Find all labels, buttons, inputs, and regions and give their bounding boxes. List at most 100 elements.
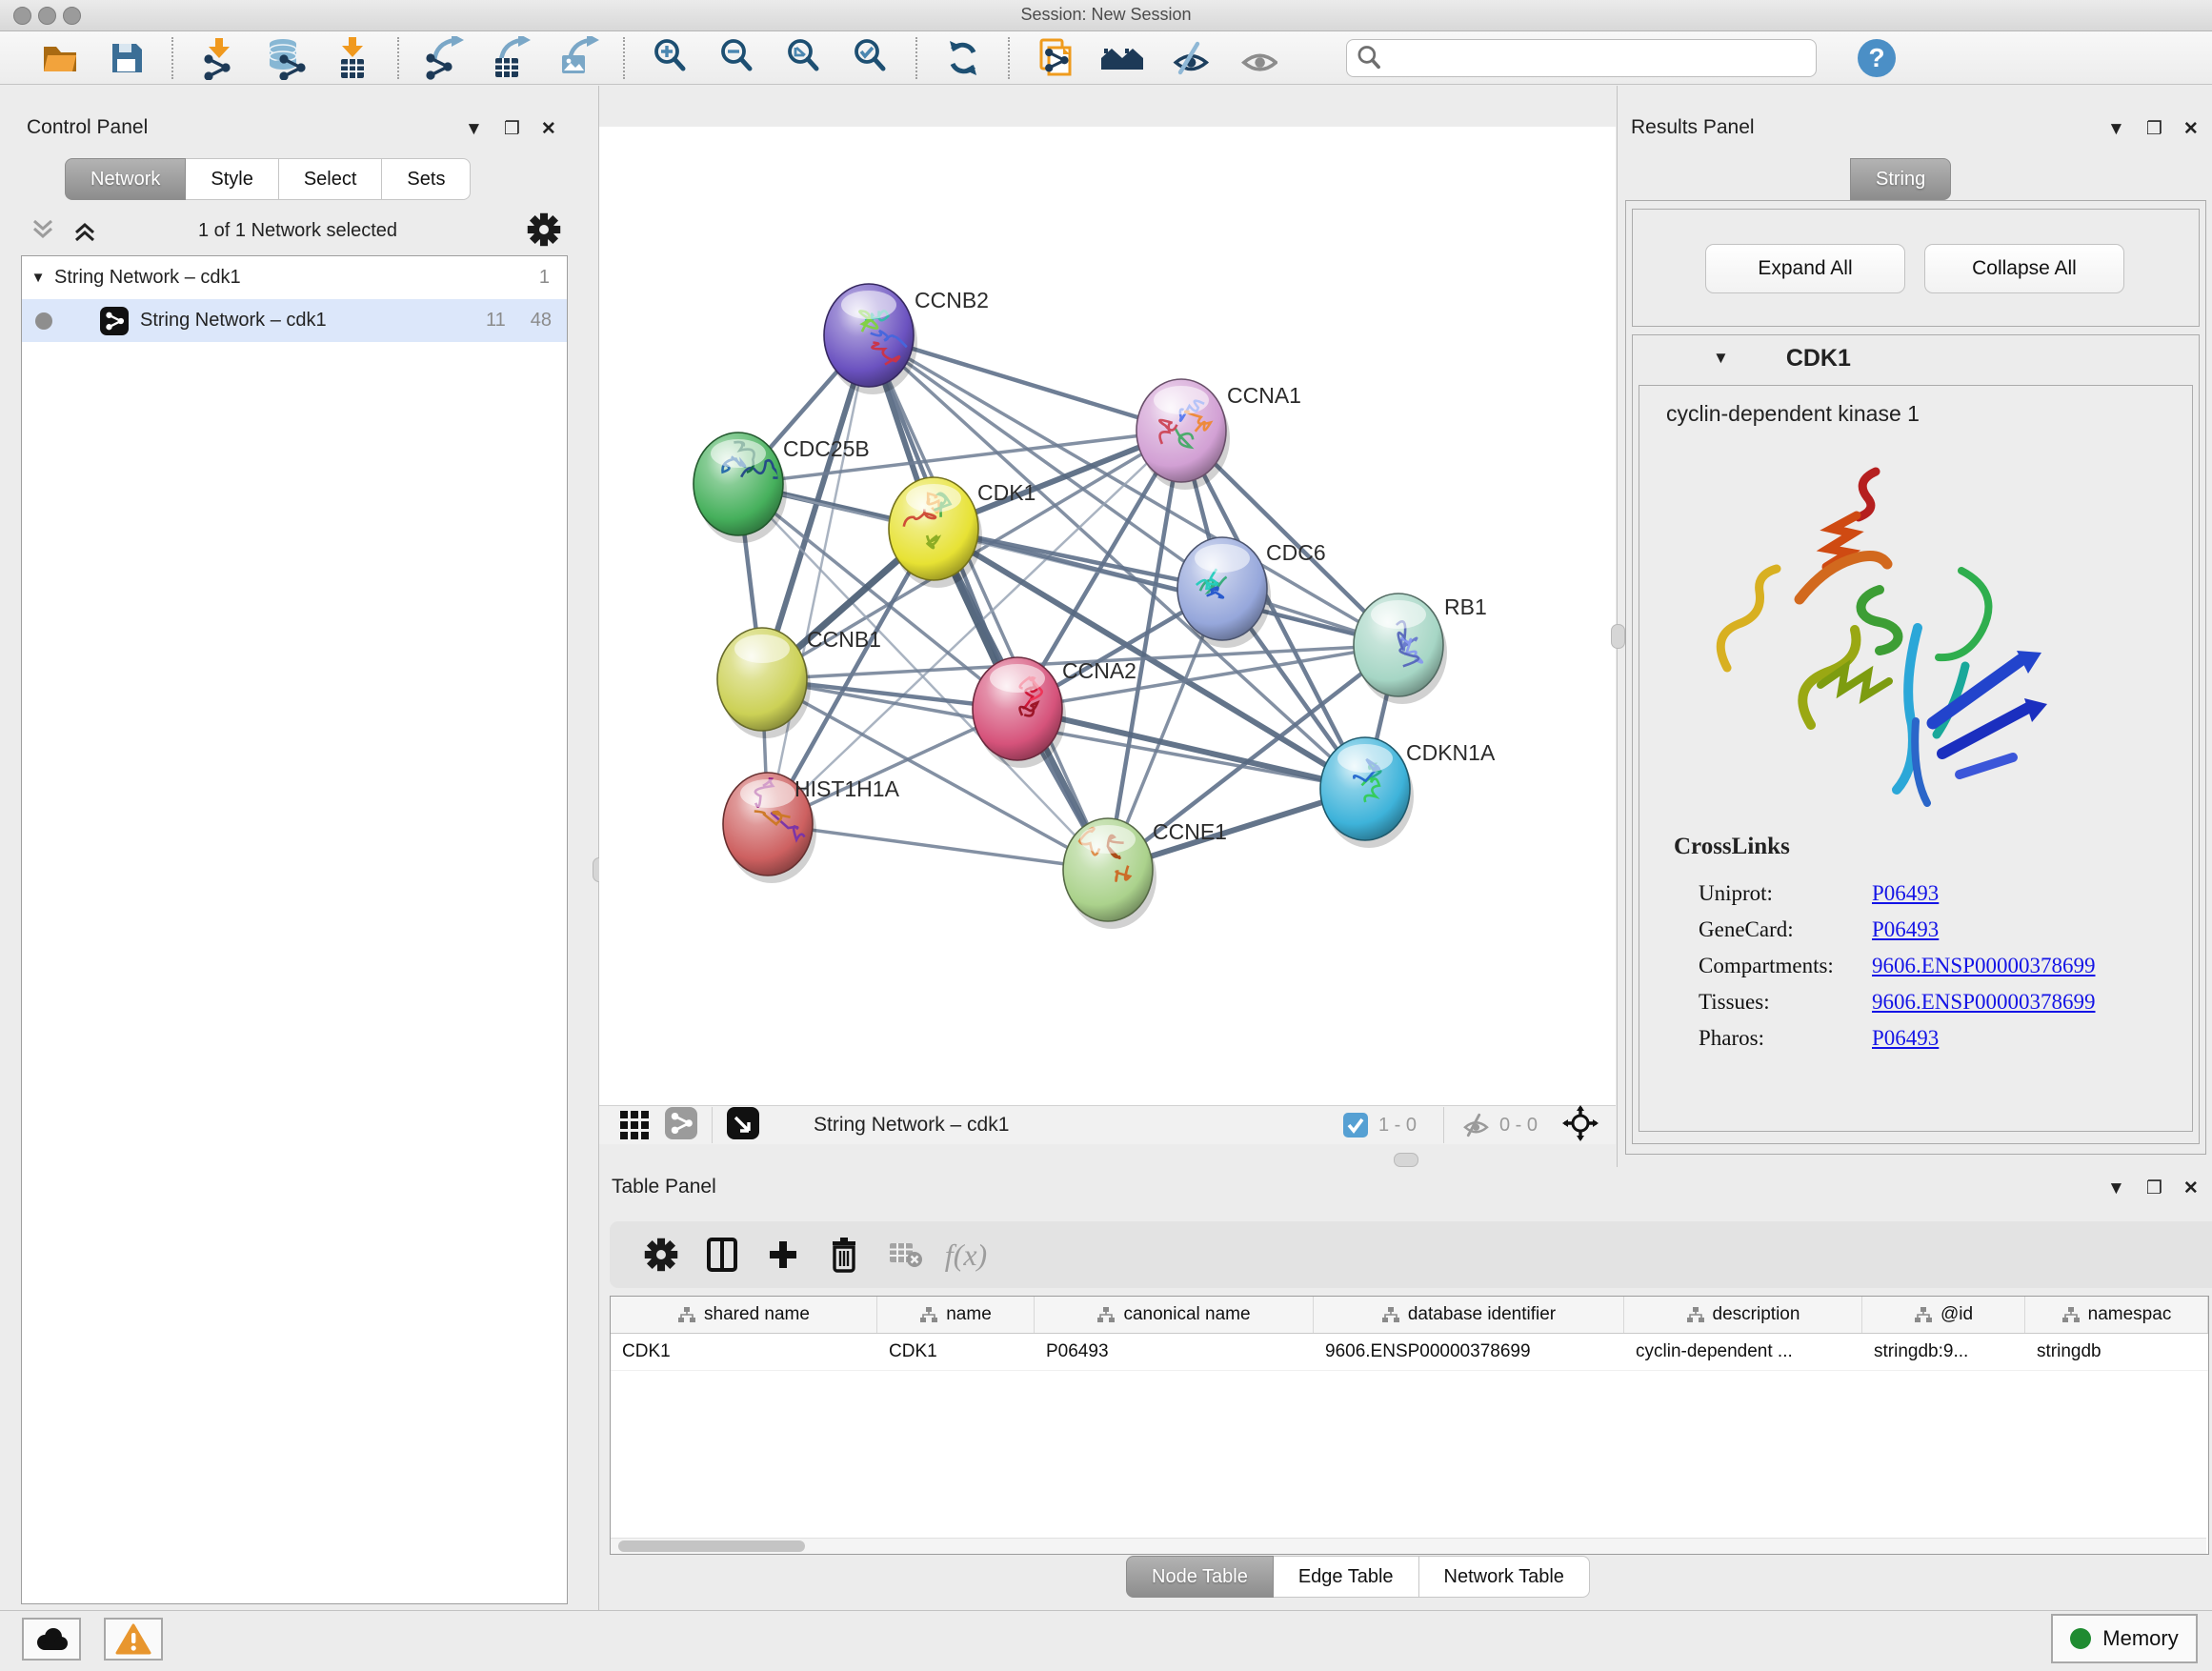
- collapse-panel-icon[interactable]: ▼: [2107, 120, 2125, 138]
- table-cell[interactable]: CDK1: [877, 1334, 1035, 1370]
- function-builder-button[interactable]: f(x): [935, 1228, 996, 1281]
- tab-select[interactable]: Select: [279, 158, 383, 200]
- crosslink-link[interactable]: P06493: [1872, 881, 1939, 905]
- column-header-@id[interactable]: @id: [1862, 1297, 2025, 1333]
- close-panel-icon[interactable]: ✕: [541, 120, 556, 138]
- title-bar[interactable]: Session: New Session: [0, 0, 2212, 31]
- expand-all-icon[interactable]: [70, 217, 99, 244]
- network-row[interactable]: String Network – cdk1 11 48: [22, 299, 567, 342]
- bottom-splitter-handle[interactable]: [1394, 1153, 1418, 1167]
- tab-sets[interactable]: Sets: [382, 158, 471, 200]
- edge-HIST1H1A-CCNE1[interactable]: [768, 824, 1108, 870]
- column-header-namespac[interactable]: namespac: [2025, 1297, 2208, 1333]
- collapse-panel-icon[interactable]: ▼: [465, 120, 483, 138]
- table-cell[interactable]: P06493: [1035, 1334, 1314, 1370]
- table-row[interactable]: CDK1CDK1P064939606.ENSP00000378699cyclin…: [611, 1334, 2208, 1371]
- node-CDKN1A[interactable]: CDKN1A: [1320, 737, 1496, 848]
- export-view-button[interactable]: [726, 1106, 760, 1145]
- delete-table-button[interactable]: [875, 1228, 935, 1281]
- node-CDK1[interactable]: CDK1: [889, 477, 1036, 588]
- close-panel-icon[interactable]: ✕: [2183, 120, 2199, 138]
- add-column-button[interactable]: [753, 1228, 814, 1281]
- protein-section-header[interactable]: ▼ CDK1: [1633, 335, 2199, 381]
- tab-node-table[interactable]: Node Table: [1126, 1556, 1274, 1598]
- column-header-name[interactable]: name: [877, 1297, 1035, 1333]
- tab-string[interactable]: String: [1850, 158, 1951, 200]
- collapse-panel-icon[interactable]: ▼: [2107, 1179, 2125, 1198]
- table-cell[interactable]: 9606.ENSP00000378699: [1314, 1334, 1624, 1370]
- tab-network-table[interactable]: Network Table: [1419, 1556, 1590, 1598]
- node-RB1[interactable]: RB1: [1354, 594, 1487, 704]
- edge-CCNB2-CCNE1[interactable]: [869, 335, 1108, 870]
- network-birdseye-button[interactable]: [664, 1106, 698, 1145]
- close-panel-icon[interactable]: ✕: [2183, 1179, 2199, 1198]
- table-cell[interactable]: stringdb: [2025, 1334, 2208, 1370]
- import-network-button[interactable]: [186, 33, 252, 83]
- selected-checkbox-icon[interactable]: [1342, 1112, 1369, 1138]
- node-HIST1H1A[interactable]: HIST1H1A: [723, 773, 900, 883]
- crosslink-link[interactable]: 9606.ENSP00000378699: [1872, 954, 2096, 977]
- float-panel-icon[interactable]: ❐: [504, 120, 520, 138]
- export-network-button[interactable]: [412, 33, 478, 83]
- tab-edge-table[interactable]: Edge Table: [1274, 1556, 1419, 1598]
- open-session-button[interactable]: [27, 33, 93, 83]
- float-panel-icon[interactable]: ❐: [2146, 1179, 2162, 1198]
- horizontal-scrollbar[interactable]: [611, 1538, 2206, 1554]
- zoom-selected-button[interactable]: [837, 33, 904, 83]
- import-table-button[interactable]: [319, 33, 386, 83]
- column-header-description[interactable]: description: [1624, 1297, 1862, 1333]
- memory-button[interactable]: Memory: [2051, 1614, 2198, 1663]
- first-neighbors-button[interactable]: [1089, 33, 1156, 83]
- scrollbar-thumb[interactable]: [618, 1540, 805, 1552]
- table-cell[interactable]: CDK1: [611, 1334, 877, 1370]
- toolbar-search[interactable]: [1346, 39, 1817, 77]
- zoom-fit-button[interactable]: [771, 33, 837, 83]
- zoom-in-button[interactable]: [637, 33, 704, 83]
- tab-style[interactable]: Style: [186, 158, 278, 200]
- network-canvas[interactable]: CCNB2CCNA1CDC25BCDK1CDC6RB1CCNB1CCNA2CDK…: [599, 127, 1616, 1105]
- save-session-button[interactable]: [93, 33, 160, 83]
- collapse-all-icon[interactable]: [29, 217, 57, 244]
- column-header-canonical-name[interactable]: canonical name: [1035, 1297, 1314, 1333]
- tab-network[interactable]: Network: [65, 158, 186, 200]
- column-header-database-identifier[interactable]: database identifier: [1314, 1297, 1624, 1333]
- show-all-button[interactable]: [1222, 33, 1289, 83]
- export-table-button[interactable]: [478, 33, 545, 83]
- show-columns-button[interactable]: [692, 1228, 753, 1281]
- float-panel-icon[interactable]: ❐: [2146, 120, 2162, 138]
- show-grid-button[interactable]: [618, 1107, 651, 1144]
- right-splitter-handle[interactable]: [1611, 624, 1625, 649]
- node-CDC6[interactable]: CDC6: [1177, 537, 1326, 648]
- node-CCNB2[interactable]: CCNB2: [824, 284, 989, 394]
- column-header-shared-name[interactable]: shared name: [611, 1297, 877, 1333]
- zoom-out-button[interactable]: [704, 33, 771, 83]
- help-button[interactable]: ?: [1843, 33, 1910, 83]
- crosslink-link[interactable]: 9606.ENSP00000378699: [1872, 990, 2096, 1014]
- import-network-from-database-button[interactable]: [252, 33, 319, 83]
- copy-network-button[interactable]: [1022, 33, 1089, 83]
- table-options-button[interactable]: [631, 1228, 692, 1281]
- delete-column-button[interactable]: [814, 1228, 875, 1281]
- table-cell[interactable]: cyclin-dependent ...: [1624, 1334, 1862, 1370]
- crosslink-link[interactable]: P06493: [1872, 917, 1939, 941]
- edge-CCNA2-CDKN1A[interactable]: [1017, 709, 1365, 789]
- table-cell[interactable]: stringdb:9...: [1862, 1334, 2025, 1370]
- section-expander-icon[interactable]: ▼: [1713, 349, 1729, 368]
- expand-all-button[interactable]: Expand All: [1705, 244, 1905, 293]
- edge-CDK1-RB1[interactable]: [934, 529, 1398, 645]
- export-image-button[interactable]: [545, 33, 612, 83]
- network-options-gear[interactable]: [526, 211, 562, 252]
- hide-selected-button[interactable]: [1156, 33, 1222, 83]
- network-collection-row[interactable]: ▼ String Network – cdk1 1: [22, 256, 567, 299]
- tree-expander-icon[interactable]: ▼: [22, 270, 54, 286]
- collapse-all-button[interactable]: Collapse All: [1924, 244, 2124, 293]
- network-graph[interactable]: CCNB2CCNA1CDC25BCDK1CDC6RB1CCNB1CCNA2CDK…: [599, 127, 1616, 1105]
- crosslink-link[interactable]: P06493: [1872, 1026, 1939, 1050]
- node-CDC25B[interactable]: CDC25B: [694, 433, 870, 543]
- hidden-eye-icon[interactable]: [1458, 1111, 1490, 1139]
- node-CCNE1[interactable]: CCNE1: [1063, 818, 1227, 929]
- edge-CCNB2-HIST1H1A[interactable]: [768, 335, 869, 824]
- node-CCNA1[interactable]: CCNA1: [1136, 379, 1301, 490]
- refresh-button[interactable]: [930, 33, 996, 83]
- fit-content-button[interactable]: [1562, 1105, 1599, 1146]
